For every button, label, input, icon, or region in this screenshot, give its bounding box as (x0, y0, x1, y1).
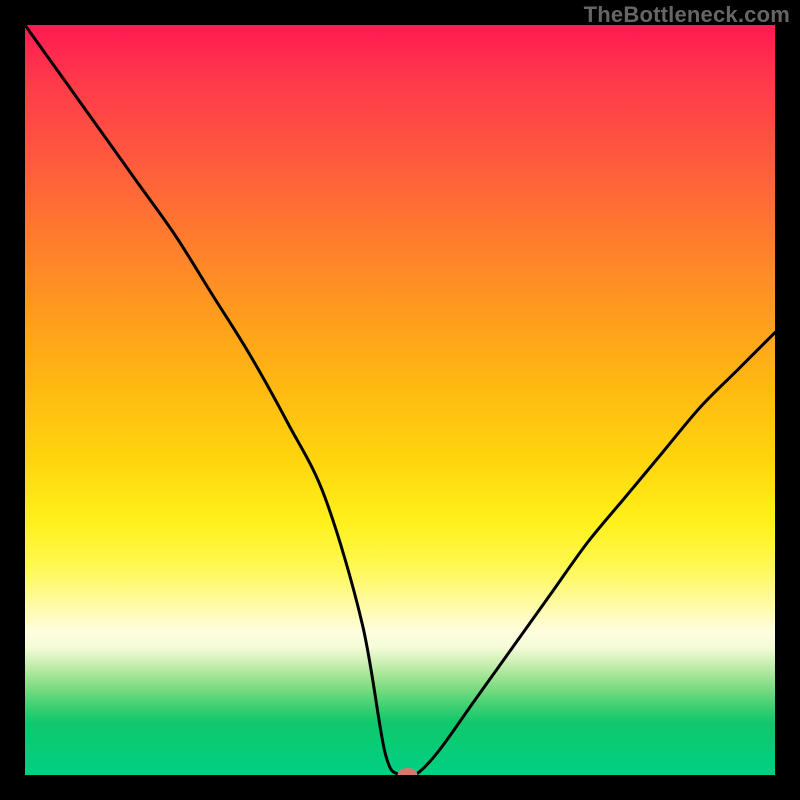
curve-layer (25, 25, 775, 775)
bottleneck-curve (25, 25, 775, 775)
plot-area (25, 25, 775, 775)
optimum-marker (398, 768, 418, 775)
watermark-text: TheBottleneck.com (584, 2, 790, 28)
chart-stage: TheBottleneck.com (0, 0, 800, 800)
